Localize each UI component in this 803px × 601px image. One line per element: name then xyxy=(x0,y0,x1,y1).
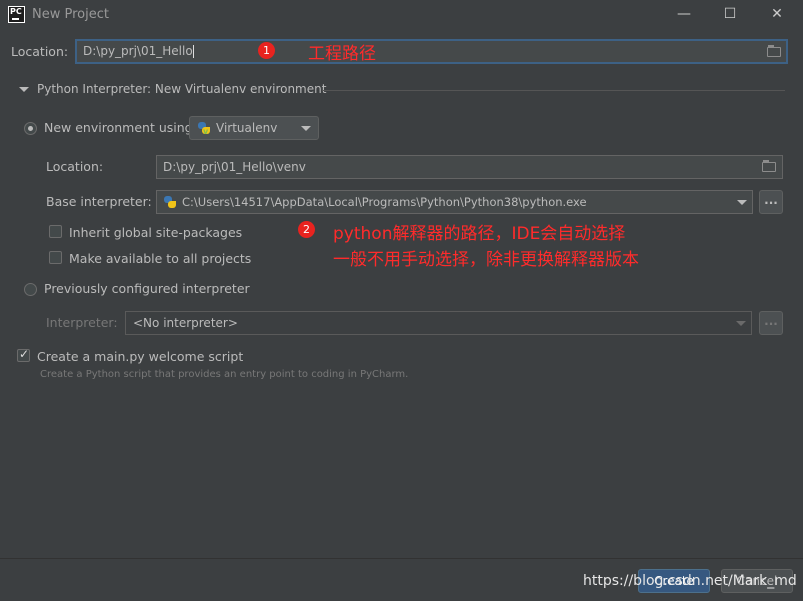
close-button[interactable]: ✕ xyxy=(754,0,800,30)
pycharm-logo-icon: PC xyxy=(8,6,25,23)
chevron-down-icon xyxy=(737,200,747,205)
base-interpreter-value: C:\Users\14517\AppData\Local\Programs\Py… xyxy=(182,195,587,209)
base-interpreter-select[interactable]: C:\Users\14517\AppData\Local\Programs\Py… xyxy=(156,190,753,214)
new-environment-label[interactable]: New environment using xyxy=(44,120,193,135)
interpreter-label: Interpreter: xyxy=(46,315,118,330)
footer-divider xyxy=(0,558,803,559)
title-bar: PC New Project — ☐ ✕ xyxy=(0,0,803,30)
folder-icon[interactable] xyxy=(762,160,776,172)
interpreter-section-title[interactable]: Python Interpreter: New Virtualenv envir… xyxy=(37,82,326,96)
browse-interpreter-button[interactable]: ... xyxy=(759,190,783,214)
make-available-checkbox[interactable] xyxy=(49,251,62,264)
base-interpreter-label: Base interpreter: xyxy=(46,194,152,209)
minimize-button[interactable]: — xyxy=(661,0,707,30)
browse-interpreter-button-disabled[interactable]: ... xyxy=(759,311,783,335)
annotation-text-2-line1: python解释器的路径，IDE会自动选择 xyxy=(333,224,626,244)
previous-interpreter-label[interactable]: Previously configured interpreter xyxy=(44,281,250,296)
text-cursor xyxy=(192,45,194,58)
virtualenv-icon: v xyxy=(197,121,211,136)
environment-tool-select[interactable]: v Virtualenv xyxy=(189,116,319,140)
venv-location-label: Location: xyxy=(46,159,104,174)
venv-location-input[interactable]: D:\py_prj\01_Hello\venv xyxy=(156,155,783,179)
window-title: New Project xyxy=(32,7,109,22)
collapse-triangle-icon[interactable] xyxy=(19,87,29,92)
make-available-label[interactable]: Make available to all projects xyxy=(69,251,251,266)
watermark-text: https://blog.csdn.net/Mark_md xyxy=(583,573,797,589)
chevron-down-icon xyxy=(301,126,311,131)
welcome-script-hint: Create a Python script that provides an … xyxy=(40,369,409,380)
inherit-site-packages-checkbox[interactable] xyxy=(49,225,62,238)
section-divider xyxy=(322,90,785,91)
project-location-input[interactable]: D:\py_prj\01_Hello xyxy=(75,39,788,64)
annotation-badge-2: 2 xyxy=(298,221,315,238)
interpreter-select[interactable]: <No interpreter> xyxy=(125,311,752,335)
inherit-site-packages-label[interactable]: Inherit global site-packages xyxy=(69,225,242,240)
folder-icon[interactable] xyxy=(767,45,781,57)
welcome-script-label[interactable]: Create a main.py welcome script xyxy=(37,349,243,364)
annotation-text-2-line2: 一般不用手动选择，除非更换解释器版本 xyxy=(333,250,639,270)
annotation-text-1: 工程路径 xyxy=(308,44,376,64)
interpreter-value: <No interpreter> xyxy=(133,316,238,330)
chevron-down-icon xyxy=(736,321,746,326)
environment-tool-value: Virtualenv xyxy=(216,121,278,135)
annotation-badge-1: 1 xyxy=(258,42,275,59)
location-label: Location: xyxy=(11,44,69,59)
maximize-button[interactable]: ☐ xyxy=(707,0,753,30)
project-location-value: D:\py_prj\01_Hello xyxy=(83,44,193,58)
previous-interpreter-radio[interactable] xyxy=(24,283,37,296)
python-icon xyxy=(163,195,177,209)
new-environment-radio[interactable] xyxy=(24,122,37,135)
welcome-script-checkbox[interactable] xyxy=(17,347,30,362)
